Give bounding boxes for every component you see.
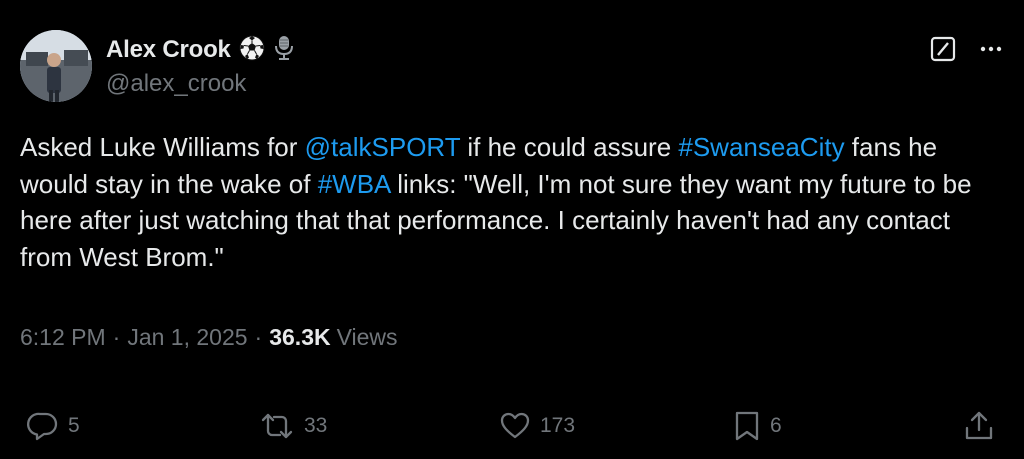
tweet-time[interactable]: 6:12 PM bbox=[20, 324, 106, 351]
share-button[interactable] bbox=[962, 406, 996, 446]
repost-button[interactable]: 33 bbox=[258, 406, 327, 446]
hashtag-link-swanseacity[interactable]: #SwanseaCity bbox=[678, 132, 844, 162]
share-icon bbox=[962, 409, 996, 443]
hashtag-link-wba[interactable]: #WBA bbox=[318, 169, 390, 199]
tweet-text-segment: if he could assure bbox=[460, 132, 679, 162]
meta-separator: · bbox=[254, 324, 263, 350]
meta-separator: · bbox=[112, 324, 121, 350]
like-count: 173 bbox=[540, 414, 576, 437]
author-handle[interactable]: @alex_crook bbox=[106, 70, 246, 98]
avatar-photo bbox=[20, 30, 92, 102]
bookmark-icon bbox=[732, 409, 762, 443]
avatar[interactable] bbox=[20, 30, 92, 102]
reply-button[interactable]: 5 bbox=[26, 406, 80, 446]
tweet-text-segment: Asked Luke Williams for bbox=[20, 132, 305, 162]
tweet-card: Alex Crook @alex_crook Asked Luke Willia… bbox=[0, 0, 1024, 459]
top-actions bbox=[930, 36, 1004, 62]
microphone-icon bbox=[273, 34, 295, 67]
tweet-date[interactable]: Jan 1, 2025 bbox=[127, 324, 247, 351]
more-options-icon[interactable] bbox=[978, 36, 1004, 62]
views-count: 36.3K bbox=[269, 324, 331, 350]
bookmark-button[interactable]: 6 bbox=[732, 406, 782, 446]
bookmark-count: 6 bbox=[770, 414, 782, 437]
repost-count: 33 bbox=[304, 414, 328, 437]
tweet-meta: 6:12 PM · Jan 1, 2025 · 36.3K Views bbox=[20, 324, 398, 351]
author-name-row: Alex Crook bbox=[106, 34, 295, 66]
soccer-ball-icon bbox=[239, 35, 265, 66]
views-label: Views bbox=[336, 324, 398, 350]
like-button[interactable]: 173 bbox=[498, 406, 575, 446]
grok-icon[interactable] bbox=[930, 36, 956, 62]
reply-count: 5 bbox=[68, 414, 80, 437]
tweet-text: Asked Luke Williams for @talkSPORT if he… bbox=[20, 129, 990, 275]
mention-link-talksport[interactable]: @talkSPORT bbox=[305, 132, 460, 162]
action-bar: 5 33 173 6 bbox=[0, 406, 1024, 446]
reply-icon bbox=[26, 409, 60, 443]
heart-icon bbox=[498, 409, 532, 443]
author-display-name[interactable]: Alex Crook bbox=[106, 36, 231, 64]
repost-icon bbox=[258, 409, 296, 443]
